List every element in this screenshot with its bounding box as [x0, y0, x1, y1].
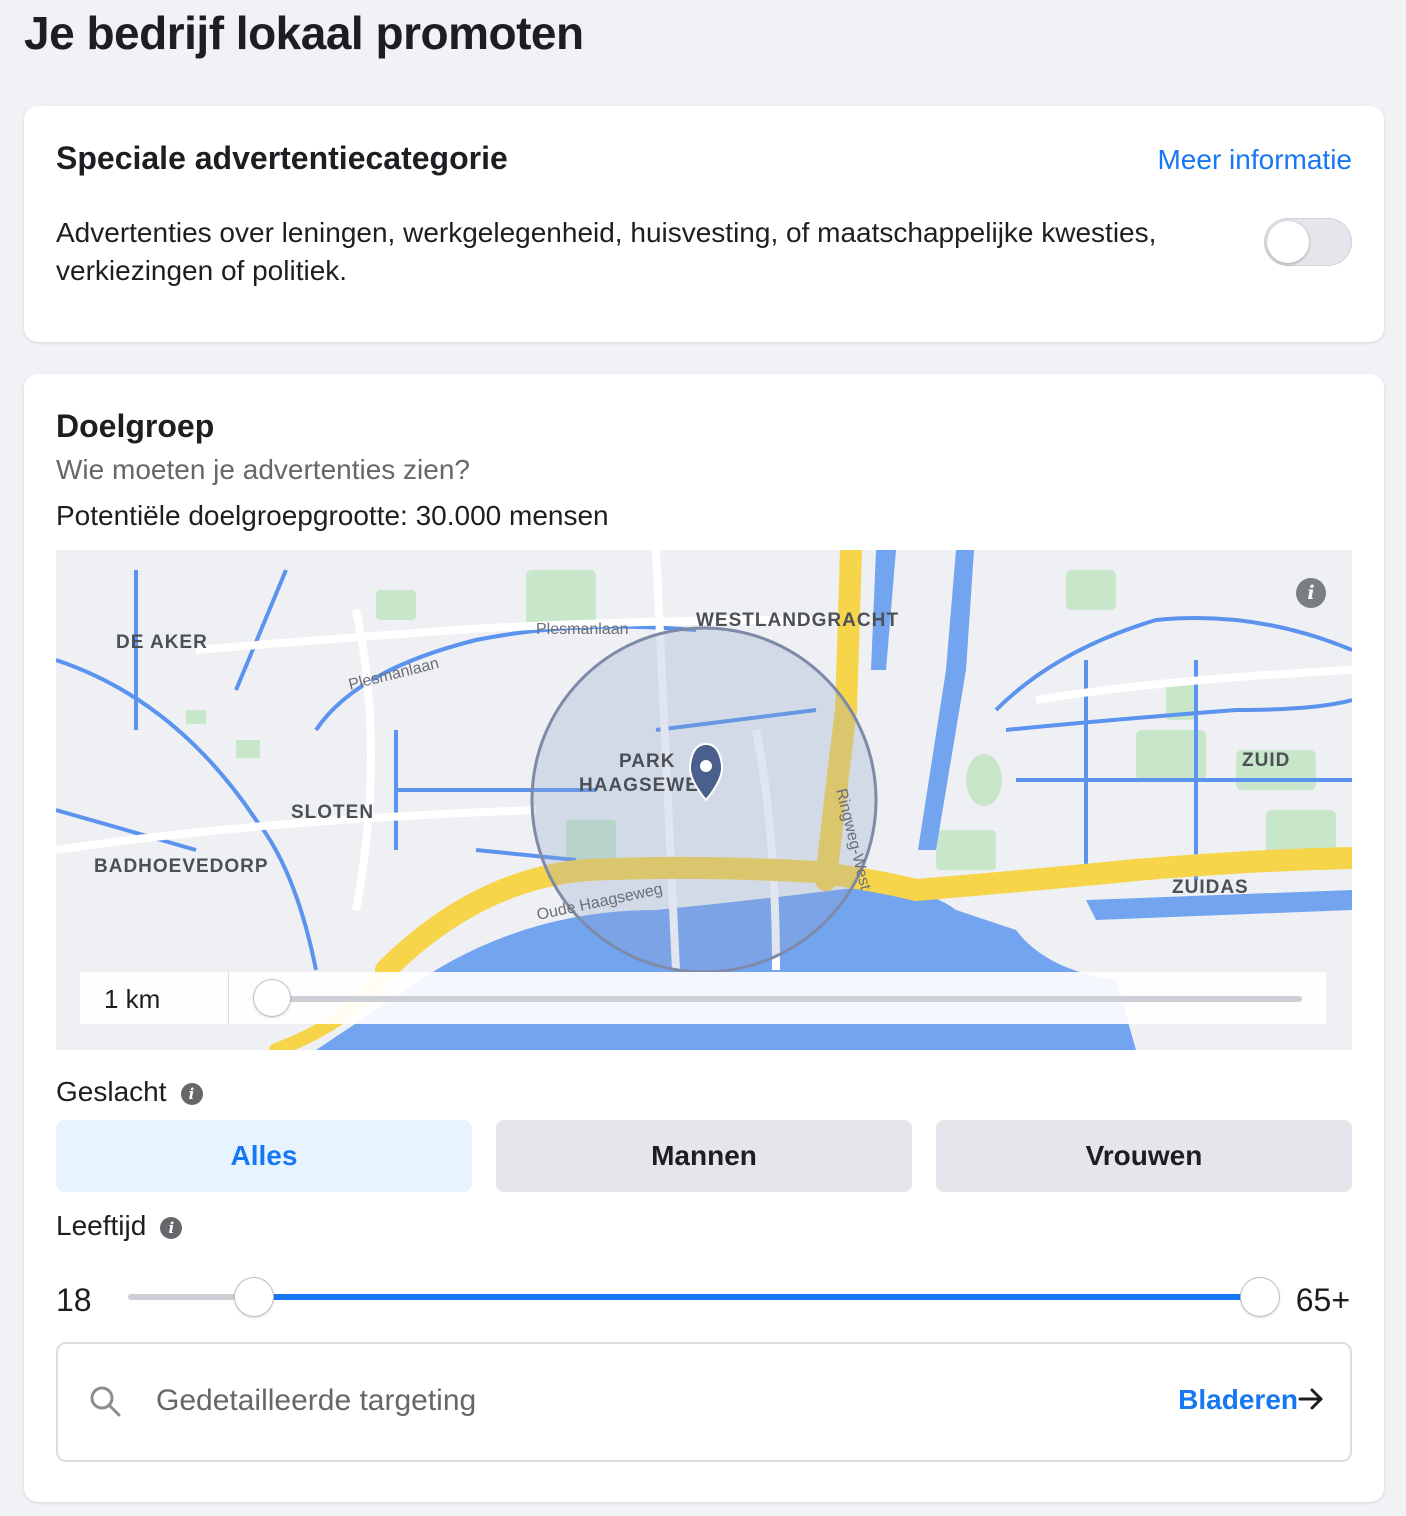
- radius-value: 1 km: [104, 984, 161, 1014]
- map-label-sloten: SLOTEN: [291, 802, 374, 823]
- age-min-value: 18: [56, 1282, 92, 1318]
- map-label-badhoevedorp: BADHOEVEDORP: [94, 856, 269, 877]
- map-info-icon[interactable]: i: [1296, 578, 1326, 608]
- age-max-value: 65+: [1295, 1282, 1350, 1318]
- map-label-de-aker: DE AKER: [116, 632, 208, 653]
- audience-size: Potentiële doelgroepgrootte: 30.000 mens…: [56, 500, 609, 531]
- age-min-thumb[interactable]: [235, 1278, 273, 1316]
- gender-label-row: Geslacht i: [56, 1076, 203, 1108]
- map-label-park: PARK: [619, 751, 675, 772]
- gender-label: Geslacht: [56, 1076, 167, 1107]
- map-label-westlandgracht: WESTLANDGRACHT: [696, 610, 899, 631]
- gender-option-all[interactable]: Alles: [56, 1120, 472, 1192]
- more-info-link[interactable]: Meer informatie: [1157, 144, 1352, 176]
- age-info-icon[interactable]: i: [160, 1216, 183, 1239]
- age-label-row: Leeftijd i: [56, 1210, 183, 1242]
- gender-option-men[interactable]: Mannen: [496, 1120, 912, 1192]
- map-label-zuidas: ZUIDAS: [1172, 877, 1249, 898]
- detailed-targeting-input[interactable]: [154, 1376, 1058, 1426]
- search-icon: [90, 1386, 121, 1417]
- special-category-description: Advertenties over leningen, werkgelegenh…: [56, 217, 1157, 286]
- location-map[interactable]: DE AKER SLOTEN BADHOEVEDORP WESTLANDGRAC…: [56, 550, 1352, 1050]
- age-slider-range: [254, 1294, 1260, 1300]
- detailed-targeting-field[interactable]: Bladeren: [56, 1342, 1352, 1462]
- special-category-toggle[interactable]: [1264, 218, 1352, 266]
- special-category-title: Speciale advertentiecategorie: [56, 140, 508, 176]
- page-title: Je bedrijf lokaal promoten: [24, 7, 584, 59]
- age-label: Leeftijd: [56, 1210, 147, 1241]
- audience-title: Doelgroep: [56, 408, 215, 444]
- special-category-card: Speciale advertentiecategorie Meer infor…: [24, 106, 1384, 342]
- map-label-zuid: ZUID: [1242, 750, 1290, 771]
- radius-control: 1 km: [80, 972, 1326, 1024]
- radius-divider: [228, 972, 229, 1024]
- gender-option-women[interactable]: Vrouwen: [936, 1120, 1352, 1192]
- radius-circle: [530, 626, 878, 974]
- arrow-right-icon[interactable]: [1296, 1384, 1326, 1414]
- audience-subtitle: Wie moeten je advertenties zien?: [56, 454, 470, 485]
- gender-info-icon[interactable]: i: [180, 1082, 203, 1105]
- browse-button[interactable]: Bladeren: [1178, 1384, 1298, 1416]
- age-max-thumb[interactable]: [1241, 1278, 1279, 1316]
- toggle-knob: [1267, 221, 1309, 263]
- radius-slider-track[interactable]: [272, 996, 1302, 1002]
- map-label-plesmanlaan-1: Plesmanlaan: [536, 621, 629, 638]
- audience-card: Doelgroep Wie moeten je advertenties zie…: [24, 374, 1384, 1502]
- radius-slider-thumb[interactable]: [254, 980, 290, 1016]
